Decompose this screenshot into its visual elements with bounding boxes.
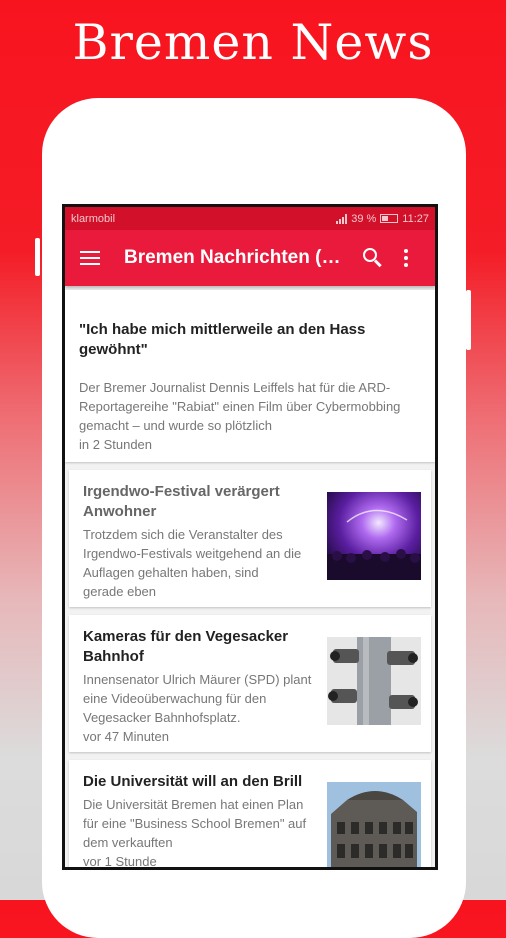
phone-screen: klarmobil 39 % 11:27 Bremen Nachrichten …	[62, 204, 438, 870]
article-description: Der Bremer Journalist Dennis Leiffels ha…	[79, 380, 401, 433]
signal-icon	[336, 213, 348, 224]
more-options-icon[interactable]	[404, 249, 408, 267]
article-description: Innensenator Ulrich Mäurer (SPD) plant e…	[83, 672, 312, 725]
phone-side-button	[35, 238, 40, 276]
article-card[interactable]: Die Universität will an den Brill Die Un…	[69, 760, 431, 869]
article-card[interactable]: Irgendwo-Festival verärgert Anwohner Tro…	[69, 470, 431, 607]
article-card[interactable]: "Ich habe mich mittlerweile an den Hass …	[65, 290, 435, 462]
article-description: Trotzdem sich die Veranstalter des Irgen…	[83, 527, 302, 580]
article-thumbnail	[327, 637, 421, 725]
article-time: gerade eben	[83, 584, 157, 599]
news-feed: "Ich habe mich mittlerweile an den Hass …	[65, 286, 435, 869]
article-card[interactable]: Kameras für den Vegesacker Bahnhof Innen…	[69, 615, 431, 752]
battery-percent: 39 %	[351, 212, 377, 225]
phone-side-button	[466, 290, 471, 350]
article-title: Kameras für den Vegesacker Bahnhof	[83, 628, 289, 665]
battery-icon	[380, 214, 399, 223]
carrier-label: klarmobil	[71, 212, 116, 225]
article-time: vor 47 Minuten	[83, 729, 169, 744]
article-thumbnail	[327, 492, 421, 580]
clock: 11:27	[402, 212, 429, 225]
app-bar: Bremen Nachrichten (Deutschland)	[65, 230, 435, 286]
article-title: Irgendwo-Festival verärgert Anwohner	[83, 483, 280, 520]
promo-title: Bremen News	[72, 14, 434, 71]
article-time: in 2 Stunden	[79, 437, 153, 452]
article-title: Die Universität will an den Brill	[83, 773, 303, 790]
search-icon[interactable]	[360, 246, 384, 270]
article-time: vor 1 Stunde	[83, 854, 157, 869]
app-title: Bremen Nachrichten (Deutschland)	[124, 247, 346, 268]
article-title: "Ich habe mich mittlerweile an den Hass …	[79, 321, 366, 358]
status-bar: klarmobil 39 % 11:27	[65, 207, 435, 230]
menu-icon[interactable]	[80, 251, 100, 265]
article-thumbnail	[327, 782, 421, 867]
article-description: Die Universität Bremen hat einen Plan fü…	[83, 797, 307, 850]
status-indicators: 39 % 11:27	[336, 213, 429, 225]
